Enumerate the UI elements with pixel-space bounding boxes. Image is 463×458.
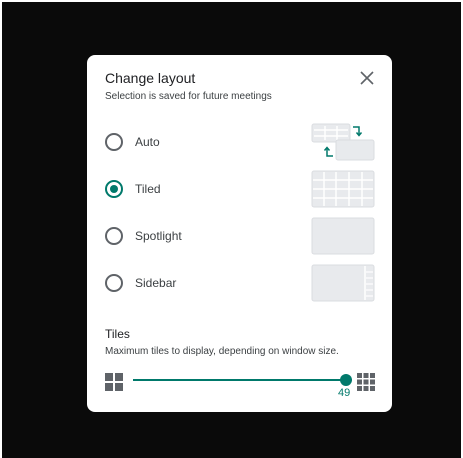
- dialog-title: Change layout: [105, 70, 196, 86]
- grid-large-icon: [357, 373, 375, 391]
- radio-auto[interactable]: [105, 133, 123, 151]
- screen: Change layout Selection is saved for fut…: [0, 0, 463, 458]
- grid-small-icon: [105, 373, 123, 391]
- close-icon: [360, 71, 374, 85]
- change-layout-dialog: Change layout Selection is saved for fut…: [87, 55, 392, 412]
- slider-track[interactable]: [133, 379, 347, 381]
- sidebar-layout-icon: [311, 264, 375, 302]
- option-label-tiled: Tiled: [135, 182, 161, 196]
- tiled-layout-icon: [311, 170, 375, 208]
- tiles-slider[interactable]: 49: [105, 371, 377, 401]
- slider-thumb[interactable]: [340, 374, 352, 386]
- option-label-spotlight: Spotlight: [135, 229, 182, 243]
- slider-value: 49: [338, 387, 351, 399]
- spotlight-layout-icon: [311, 217, 375, 255]
- dialog-subtitle: Selection is saved for future meetings: [105, 91, 272, 102]
- radio-spotlight[interactable]: [105, 227, 123, 245]
- tiles-heading: Tiles: [105, 327, 130, 341]
- radio-sidebar[interactable]: [105, 274, 123, 292]
- radio-tiled[interactable]: [105, 180, 123, 198]
- close-button[interactable]: [355, 66, 379, 90]
- layout-option-sidebar[interactable]: Sidebar: [87, 264, 392, 308]
- layout-option-spotlight[interactable]: Spotlight: [87, 217, 392, 261]
- option-label-sidebar: Sidebar: [135, 276, 177, 290]
- layout-option-tiled[interactable]: Tiled: [87, 170, 392, 214]
- tiles-description: Maximum tiles to display, depending on w…: [105, 346, 339, 357]
- auto-layout-icon: [311, 123, 375, 161]
- option-label-auto: Auto: [135, 135, 160, 149]
- layout-option-auto[interactable]: Auto: [87, 123, 392, 167]
